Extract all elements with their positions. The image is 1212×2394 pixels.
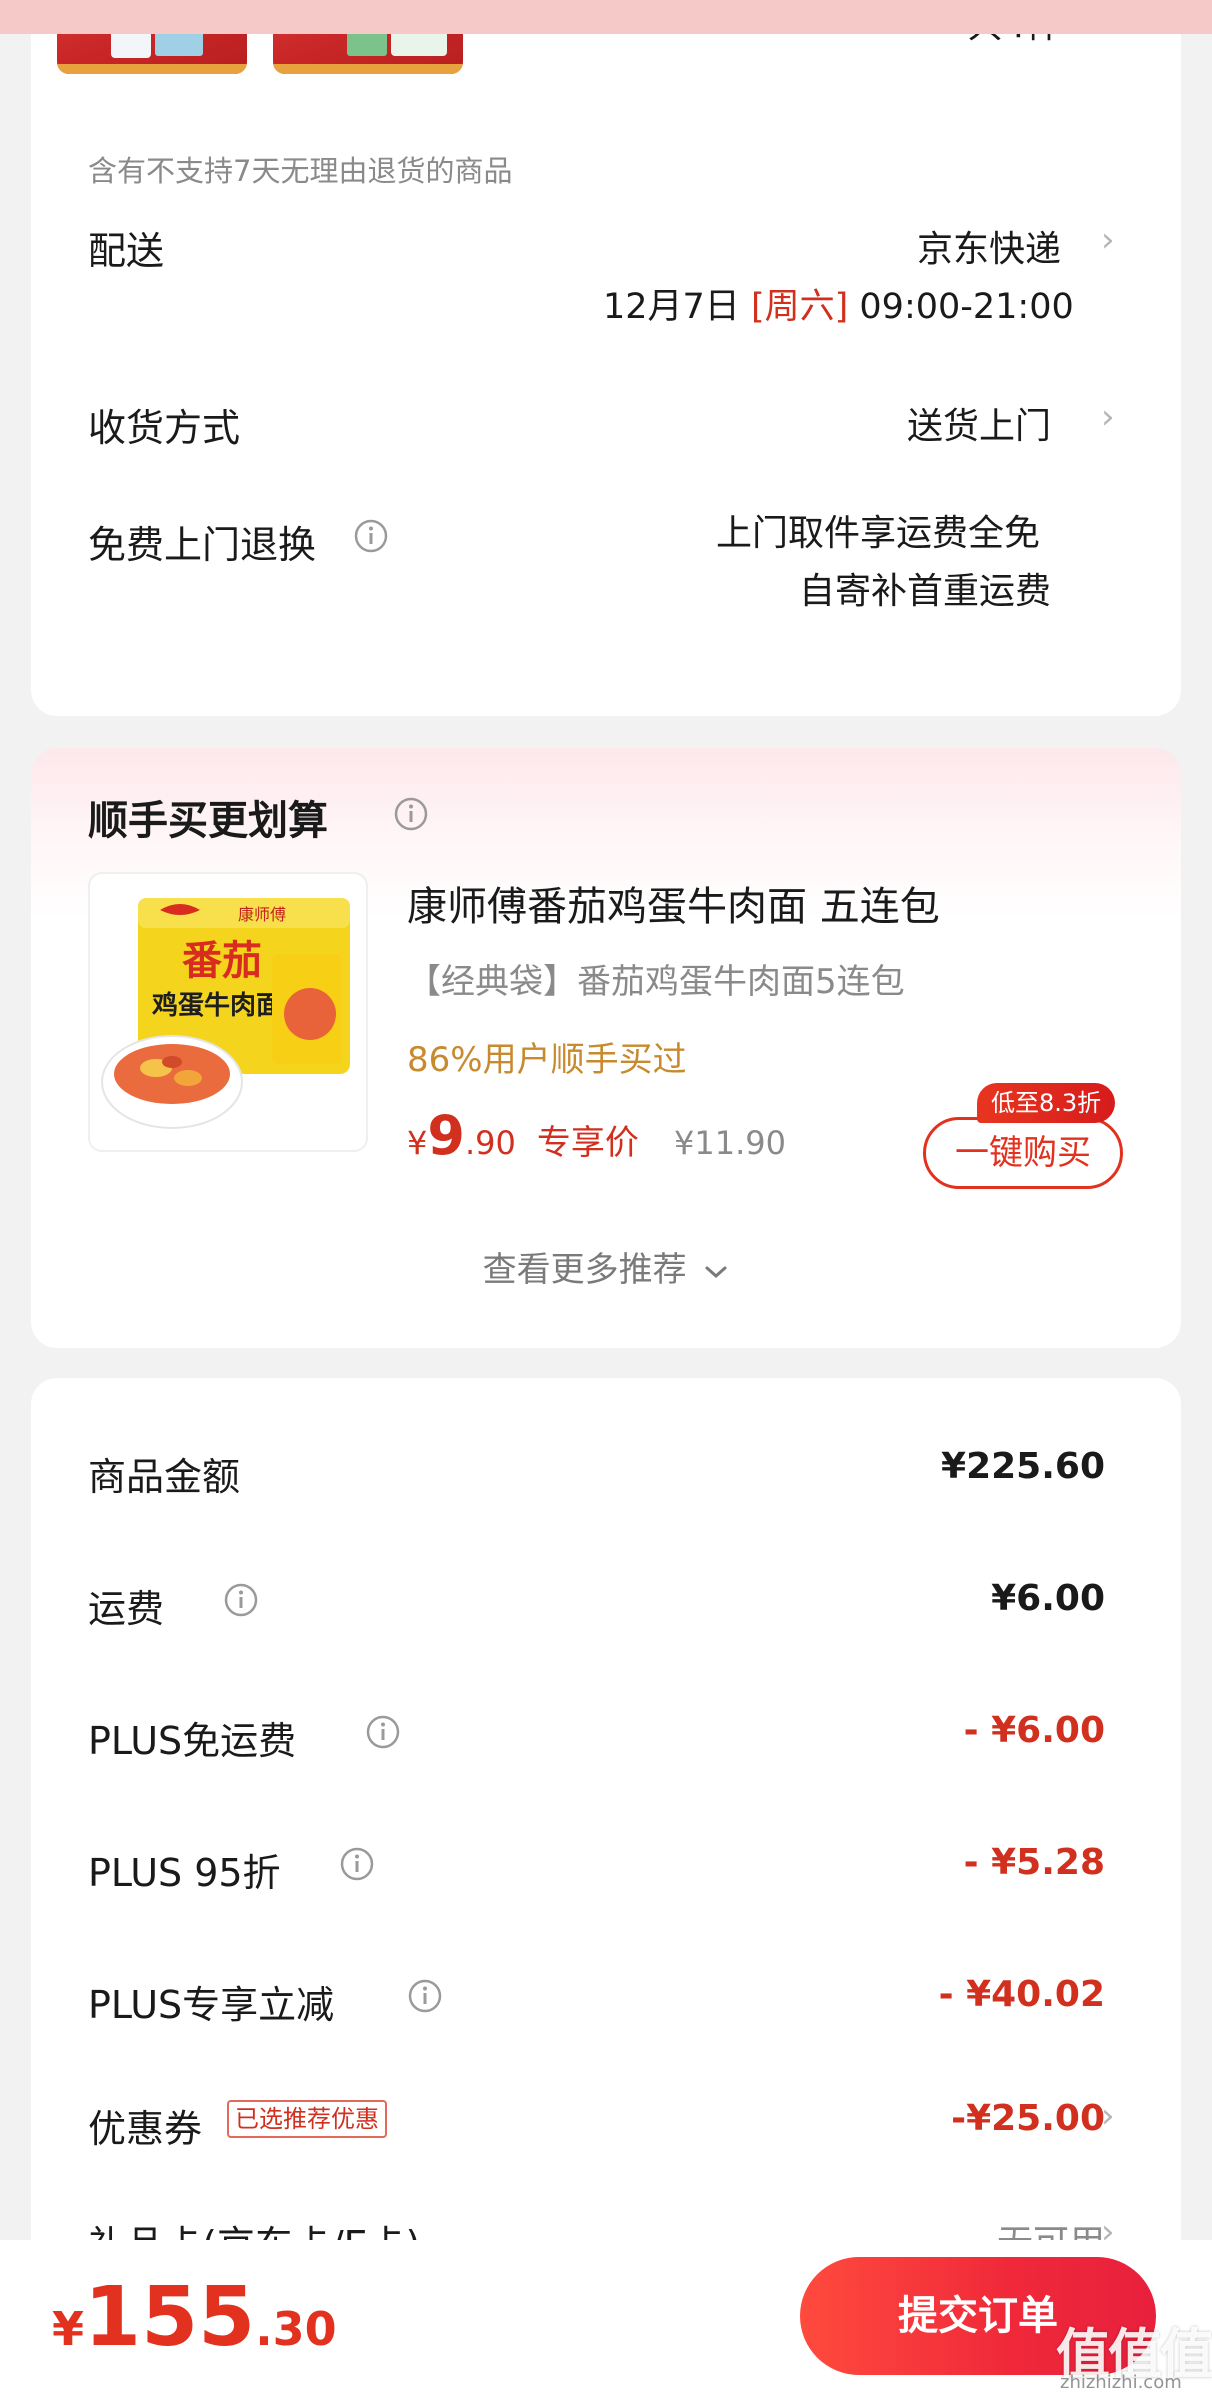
info-icon[interactable]: [339, 1846, 375, 1882]
summary-value-plus-discount: - ¥5.28: [963, 1842, 1105, 1883]
checkout-bar: ¥155.30 提交订单: [0, 2240, 1212, 2394]
discount-tag: 低至8.3折: [977, 1083, 1116, 1123]
summary-label-goods: 商品金额: [88, 1455, 241, 1499]
delivery-date: 12月7日: [603, 287, 740, 327]
summary-label-plus-free-shipping: PLUS免运费: [88, 1719, 297, 1763]
package-brand-text: 康师傅: [238, 905, 286, 924]
summary-value-plus-instant-reduction: - ¥40.02: [938, 1974, 1105, 2015]
order-total: ¥155.30: [52, 2270, 337, 2365]
delivery-weekday: [周六]: [750, 287, 849, 327]
top-status-strip: [0, 0, 1212, 34]
chevron-right-icon[interactable]: ›: [1101, 2096, 1115, 2136]
receive-method-value[interactable]: 送货上门: [907, 397, 1051, 449]
chevron-right-icon[interactable]: ›: [1101, 220, 1115, 260]
receive-method-label: 收货方式: [88, 406, 241, 450]
product-price: ¥9.90 专享价 ¥11.90: [407, 1104, 786, 1167]
product-image[interactable]: 康师傅 番茄 鸡蛋牛肉面: [88, 872, 368, 1152]
delivery-hours: 09:00-21:00: [859, 287, 1074, 327]
total-symbol: ¥: [52, 2302, 85, 2356]
info-icon[interactable]: [353, 518, 389, 554]
product-name[interactable]: 康师傅番茄鸡蛋牛肉面 五连包: [407, 874, 940, 932]
shipping-carrier[interactable]: 京东快递: [917, 220, 1061, 272]
total-decimal: .30: [255, 2302, 337, 2356]
watermark-url: zhizhizhi.com: [1060, 2372, 1182, 2393]
product-subtitle: 【经典袋】番茄鸡蛋牛肉面5连包: [407, 962, 905, 1002]
free-return-line2: 自寄补首重运费: [799, 571, 1052, 612]
price-symbol: ¥: [407, 1124, 428, 1162]
summary-label-plus-discount: PLUS 95折: [88, 1851, 281, 1895]
original-price: ¥11.90: [674, 1124, 786, 1162]
recommendation-card: 顺手买更划算 康师傅 番茄 鸡蛋牛肉面 康师傅番茄鸡蛋牛肉面 五连包 【经典袋】…: [31, 748, 1181, 1348]
recommendation-title: 顺手买更划算: [88, 798, 328, 844]
summary-value-shipping: ¥6.00: [991, 1578, 1105, 1619]
info-icon[interactable]: [365, 1714, 401, 1750]
summary-label-coupon: 优惠券: [88, 2107, 203, 2151]
social-proof: 86%用户顺手买过: [407, 1040, 687, 1080]
chevron-down-icon: [705, 1266, 727, 1278]
info-icon[interactable]: [223, 1582, 259, 1618]
free-return-label: 免费上门退换: [88, 523, 317, 567]
summary-value-coupon[interactable]: -¥25.00: [951, 2098, 1105, 2139]
summary-value-plus-free-shipping: - ¥6.00: [963, 1710, 1105, 1751]
price-integer: 9: [427, 1104, 465, 1167]
delivery-time[interactable]: 12月7日 [周六] 09:00-21:00: [603, 278, 1074, 329]
noodle-package-image: 康师傅 番茄 鸡蛋牛肉面: [101, 898, 350, 1129]
info-icon[interactable]: [393, 796, 429, 832]
package-sub-text: 鸡蛋牛肉面: [151, 990, 282, 1021]
info-icon[interactable]: [407, 1978, 443, 2014]
summary-label-shipping: 运费: [88, 1587, 165, 1631]
see-more-recommendations[interactable]: 查看更多推荐: [31, 1242, 1181, 1291]
coupon-recommended-badge: 已选推荐优惠: [227, 2100, 387, 2138]
one-click-buy-button[interactable]: 一键购买: [923, 1117, 1123, 1189]
summary-value-goods: ¥225.60: [941, 1446, 1105, 1487]
price-label: 专享价: [536, 1123, 639, 1163]
free-return-line1: 上门取件享运费全免: [716, 513, 1041, 554]
package-main-text: 番茄: [182, 938, 262, 984]
no-return-note: 含有不支持7天无理由退货的商品: [88, 154, 513, 188]
shipping-label: 配送: [88, 229, 165, 273]
see-more-label: 查看更多推荐: [482, 1250, 687, 1290]
delivery-card: 共4件 含有不支持7天无理由退货的商品 配送 京东快递 › 12月7日 [周六]…: [31, 0, 1181, 716]
total-integer: 155: [84, 2270, 256, 2365]
summary-label-plus-instant-reduction: PLUS专享立减: [88, 1983, 335, 2027]
price-decimal: .90: [464, 1124, 516, 1162]
chevron-right-icon[interactable]: ›: [1101, 397, 1115, 437]
